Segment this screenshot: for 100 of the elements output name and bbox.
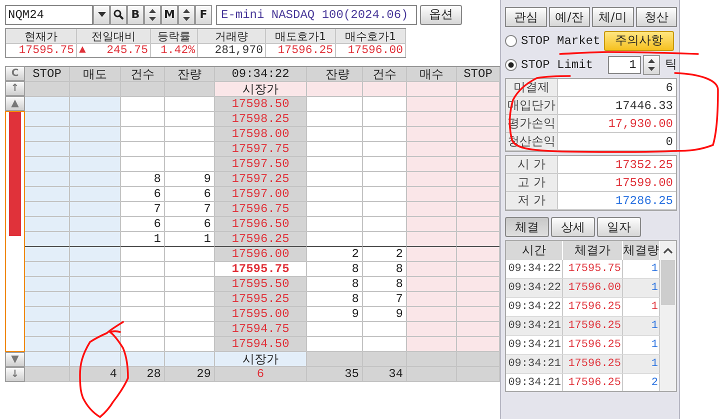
- panel-button[interactable]: 예/잔: [548, 7, 590, 27]
- panel-button[interactable]: 관심: [505, 7, 546, 27]
- price-cell[interactable]: 17596.75: [215, 202, 307, 217]
- radio-button[interactable]: [505, 34, 517, 46]
- table-cell: [25, 247, 70, 262]
- price-cell[interactable]: 17598.00: [215, 127, 307, 142]
- price-cell[interactable]: 17594.50: [215, 337, 307, 352]
- table-cell: 1: [623, 336, 660, 355]
- table-cell: [25, 337, 70, 352]
- price-cell[interactable]: 17595.75: [215, 262, 307, 277]
- table-cell: 0: [558, 133, 676, 151]
- table-cell: [363, 232, 407, 247]
- table-cell: 1: [623, 260, 660, 279]
- m-button[interactable]: M: [161, 4, 178, 24]
- panel-button[interactable]: 체/미: [592, 7, 634, 27]
- price-cell[interactable]: 17596.50: [215, 217, 307, 232]
- table-cell: [121, 127, 165, 142]
- table-cell: [165, 127, 215, 142]
- table-cell: [363, 337, 407, 352]
- radio-button[interactable]: [505, 58, 517, 70]
- price-cell[interactable]: 17595.25: [215, 292, 307, 307]
- table-cell: [363, 112, 407, 127]
- table-cell: 매수: [407, 67, 457, 82]
- price-cell[interactable]: 17598.50: [215, 97, 307, 112]
- spin-arrows-icon: [148, 8, 157, 22]
- tab[interactable]: 상세: [551, 217, 595, 237]
- table-cell: [165, 322, 215, 337]
- table-cell: 2: [313, 247, 363, 262]
- tab[interactable]: 일자: [597, 217, 641, 237]
- price-cell[interactable]: 17597.50: [215, 157, 307, 172]
- table-cell: [70, 232, 121, 247]
- table-cell: [313, 322, 363, 337]
- spin-arrows-icon: [182, 8, 191, 22]
- b-button[interactable]: B: [127, 4, 144, 24]
- scroll-thumb[interactable]: [661, 260, 675, 305]
- table-cell: [25, 262, 70, 277]
- table-cell: [121, 322, 165, 337]
- table-cell: [165, 307, 215, 322]
- row-label: 시 가: [506, 156, 558, 174]
- table-cell: [165, 337, 215, 352]
- price-cell[interactable]: 17595.50: [215, 277, 307, 292]
- table-cell: [363, 142, 407, 157]
- up-button[interactable]: ▲: [5, 96, 25, 111]
- table-cell: [313, 202, 363, 217]
- spin-button[interactable]: [178, 4, 195, 24]
- table-cell: 7: [363, 292, 407, 307]
- table-cell: [407, 337, 457, 352]
- price-cell[interactable]: 17594.75: [215, 322, 307, 337]
- price-cell[interactable]: 17598.25: [215, 112, 307, 127]
- tab[interactable]: 체결: [505, 217, 549, 237]
- table-cell: 시장가: [215, 352, 307, 367]
- table-cell: [407, 127, 457, 142]
- table-cell: 9: [313, 307, 363, 322]
- table-cell: [121, 97, 165, 112]
- price-cell[interactable]: 17595.00: [215, 307, 307, 322]
- table-cell: [363, 202, 407, 217]
- option-button[interactable]: 옵션: [420, 4, 462, 24]
- tick-field[interactable]: 1: [608, 56, 642, 74]
- table-cell: [121, 82, 165, 97]
- table-cell: 시장가: [215, 82, 307, 97]
- price-cell[interactable]: 17596.00: [215, 247, 307, 262]
- down-button[interactable]: ▼: [5, 352, 25, 367]
- table-cell: [407, 307, 457, 322]
- radio-label[interactable]: STOP Limit: [521, 58, 594, 72]
- table-cell: [25, 142, 70, 157]
- table-cell: [121, 247, 165, 262]
- warning-button[interactable]: 주의사항: [604, 30, 674, 50]
- spin-button[interactable]: [643, 54, 660, 74]
- column-header: 전일대비: [77, 29, 151, 43]
- panel-button[interactable]: 청산: [636, 7, 677, 27]
- table-cell: 6: [121, 187, 165, 202]
- table-cell: [165, 352, 215, 367]
- table-cell: [407, 172, 457, 187]
- f-button[interactable]: F: [195, 4, 212, 24]
- price-cell[interactable]: 17597.75: [215, 142, 307, 157]
- price-cell[interactable]: 17597.25: [215, 172, 307, 187]
- table-cell: 8: [121, 172, 165, 187]
- symbol-field[interactable]: NQM24: [5, 4, 93, 24]
- column-header: 매수호가1: [336, 29, 406, 43]
- table-cell: [407, 247, 457, 262]
- table-cell: 1: [165, 232, 215, 247]
- table-cell: [407, 217, 457, 232]
- table-cell: 8: [363, 277, 407, 292]
- quote-value: 245.75: [106, 44, 148, 57]
- top-button[interactable]: ↑: [5, 81, 25, 96]
- spin-button[interactable]: [144, 4, 161, 24]
- search-button[interactable]: [110, 4, 127, 24]
- bottom-button[interactable]: ↓: [5, 367, 25, 382]
- price-cell[interactable]: 17596.25: [215, 232, 307, 247]
- price-cell[interactable]: 17597.00: [215, 187, 307, 202]
- table-cell: [25, 232, 70, 247]
- table-cell: [121, 277, 165, 292]
- clear-button[interactable]: C: [5, 66, 25, 81]
- table-cell: [407, 367, 457, 382]
- radio-label[interactable]: STOP Market: [521, 34, 600, 48]
- table-cell: 8: [313, 262, 363, 277]
- row-label: 고 가: [506, 174, 558, 192]
- table-cell: 17352.25: [558, 156, 676, 174]
- table-cell: [70, 352, 121, 367]
- dropdown-button[interactable]: [93, 4, 110, 24]
